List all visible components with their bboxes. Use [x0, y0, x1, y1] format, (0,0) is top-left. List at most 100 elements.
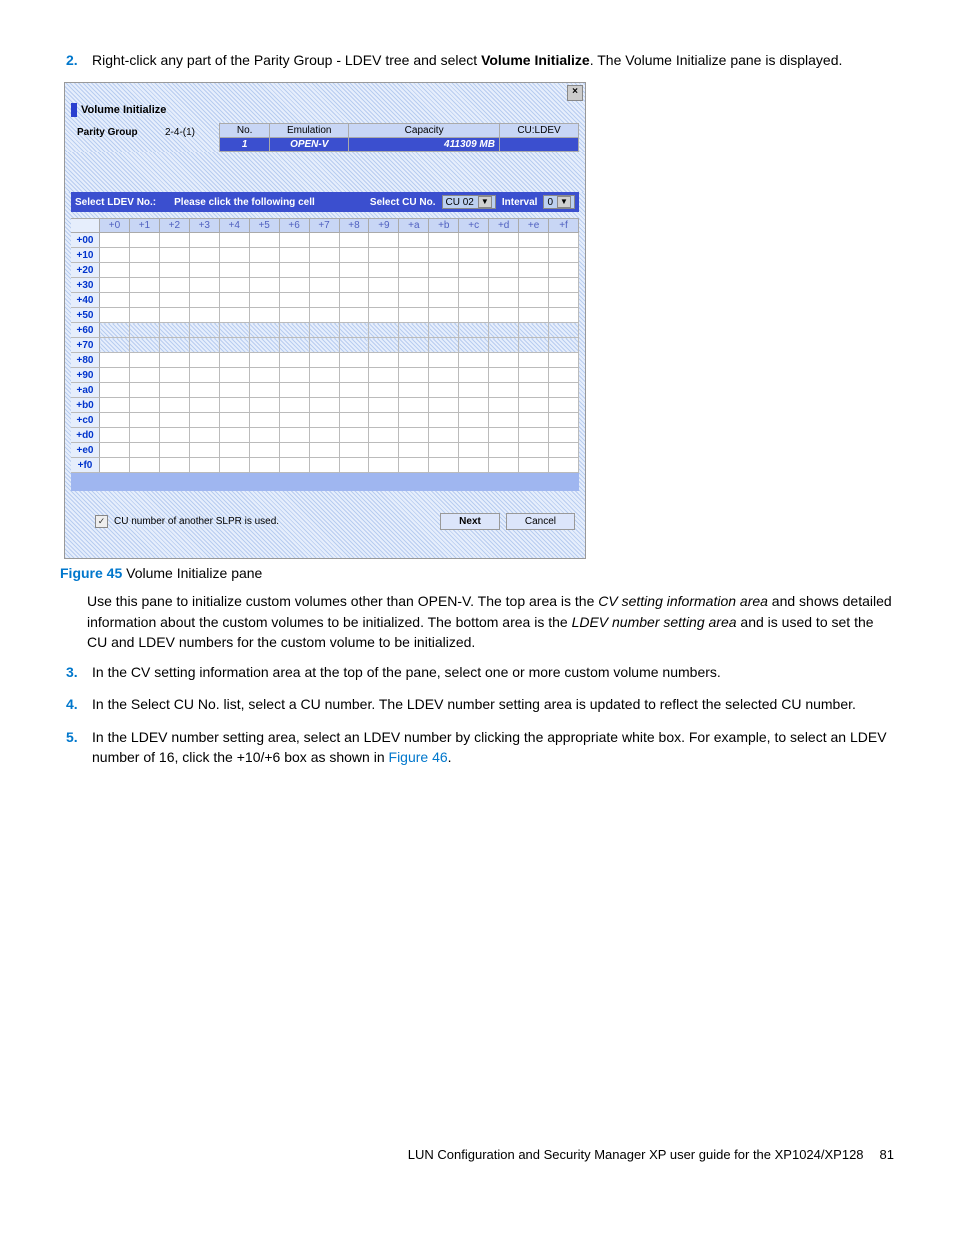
ldev-cell[interactable] [399, 398, 429, 413]
ldev-cell[interactable] [459, 353, 489, 368]
ldev-cell[interactable] [519, 233, 549, 248]
ldev-cell[interactable] [489, 443, 519, 458]
ldev-cell[interactable] [279, 353, 309, 368]
ldev-cell[interactable] [219, 278, 249, 293]
ldev-cell[interactable] [339, 263, 369, 278]
ldev-cell[interactable] [129, 413, 159, 428]
ldev-cell[interactable] [309, 383, 339, 398]
ldev-cell[interactable] [549, 413, 579, 428]
ldev-cell[interactable] [309, 353, 339, 368]
ldev-cell[interactable] [100, 293, 130, 308]
ldev-cell[interactable] [399, 248, 429, 263]
ldev-cell[interactable] [519, 278, 549, 293]
ldev-cell[interactable] [489, 398, 519, 413]
ldev-cell[interactable] [459, 413, 489, 428]
ldev-cell[interactable] [339, 278, 369, 293]
ldev-cell[interactable] [399, 323, 429, 338]
ldev-cell[interactable] [309, 443, 339, 458]
ldev-cell[interactable] [100, 428, 130, 443]
ldev-cell[interactable] [159, 233, 189, 248]
ldev-cell[interactable] [339, 443, 369, 458]
ldev-cell[interactable] [279, 293, 309, 308]
ldev-cell[interactable] [459, 368, 489, 383]
ldev-cell[interactable] [489, 383, 519, 398]
ldev-cell[interactable] [429, 368, 459, 383]
ldev-cell[interactable] [100, 338, 130, 353]
ldev-cell[interactable] [429, 428, 459, 443]
ldev-cell[interactable] [519, 458, 549, 473]
ldev-cell[interactable] [459, 263, 489, 278]
ldev-cell[interactable] [129, 323, 159, 338]
ldev-cell[interactable] [339, 458, 369, 473]
ldev-cell[interactable] [189, 248, 219, 263]
ldev-cell[interactable] [369, 263, 399, 278]
ldev-cell[interactable] [219, 383, 249, 398]
ldev-cell[interactable] [129, 398, 159, 413]
ldev-cell[interactable] [189, 278, 219, 293]
ldev-cell[interactable] [399, 338, 429, 353]
ldev-cell[interactable] [100, 458, 130, 473]
ldev-cell[interactable] [309, 263, 339, 278]
ldev-cell[interactable] [429, 458, 459, 473]
ldev-cell[interactable] [189, 443, 219, 458]
ldev-cell[interactable] [549, 308, 579, 323]
ldev-cell[interactable] [100, 263, 130, 278]
ldev-cell[interactable] [100, 323, 130, 338]
ldev-cell[interactable] [219, 308, 249, 323]
ldev-cell[interactable] [459, 233, 489, 248]
ldev-cell[interactable] [249, 428, 279, 443]
ldev-cell[interactable] [309, 338, 339, 353]
ldev-cell[interactable] [129, 233, 159, 248]
ldev-cell[interactable] [459, 338, 489, 353]
ldev-cell[interactable] [219, 248, 249, 263]
ldev-cell[interactable] [129, 278, 159, 293]
ldev-cell[interactable] [219, 293, 249, 308]
ldev-cell[interactable] [129, 263, 159, 278]
ldev-cell[interactable] [279, 443, 309, 458]
ldev-cell[interactable] [219, 398, 249, 413]
ldev-cell[interactable] [100, 248, 130, 263]
ldev-cell[interactable] [159, 383, 189, 398]
ldev-cell[interactable] [519, 263, 549, 278]
ldev-cell[interactable] [519, 248, 549, 263]
ldev-cell[interactable] [369, 308, 399, 323]
ldev-cell[interactable] [159, 248, 189, 263]
ldev-cell[interactable] [249, 368, 279, 383]
ldev-cell[interactable] [189, 383, 219, 398]
ldev-cell[interactable] [129, 383, 159, 398]
ldev-cell[interactable] [399, 368, 429, 383]
ldev-cell[interactable] [429, 413, 459, 428]
ldev-cell[interactable] [549, 278, 579, 293]
ldev-cell[interactable] [369, 293, 399, 308]
ldev-cell[interactable] [249, 308, 279, 323]
ldev-cell[interactable] [100, 413, 130, 428]
ldev-cell[interactable] [369, 338, 399, 353]
ldev-cell[interactable] [309, 293, 339, 308]
ldev-cell[interactable] [309, 278, 339, 293]
ldev-cell[interactable] [100, 368, 130, 383]
ldev-cell[interactable] [309, 323, 339, 338]
ldev-cell[interactable] [399, 458, 429, 473]
ldev-cell[interactable] [339, 248, 369, 263]
ldev-cell[interactable] [339, 353, 369, 368]
ldev-cell[interactable] [219, 338, 249, 353]
ldev-cell[interactable] [459, 383, 489, 398]
ldev-cell[interactable] [159, 323, 189, 338]
ldev-cell[interactable] [519, 308, 549, 323]
ldev-cell[interactable] [399, 413, 429, 428]
ldev-cell[interactable] [189, 398, 219, 413]
ldev-cell[interactable] [189, 353, 219, 368]
ldev-cell[interactable] [219, 233, 249, 248]
ldev-cell[interactable] [279, 338, 309, 353]
ldev-cell[interactable] [309, 368, 339, 383]
ldev-cell[interactable] [519, 338, 549, 353]
ldev-cell[interactable] [519, 428, 549, 443]
ldev-cell[interactable] [309, 458, 339, 473]
cv-info-table[interactable]: No. Emulation Capacity CU:LDEV 1 OPEN-V … [219, 123, 579, 152]
ldev-grid[interactable]: +0+1+2+3+4+5+6+7+8+9+a+b+c+d+e+f+00+10+2… [71, 218, 579, 473]
ldev-cell[interactable] [339, 308, 369, 323]
ldev-cell[interactable] [339, 383, 369, 398]
ldev-cell[interactable] [159, 428, 189, 443]
ldev-cell[interactable] [519, 368, 549, 383]
ldev-cell[interactable] [219, 413, 249, 428]
